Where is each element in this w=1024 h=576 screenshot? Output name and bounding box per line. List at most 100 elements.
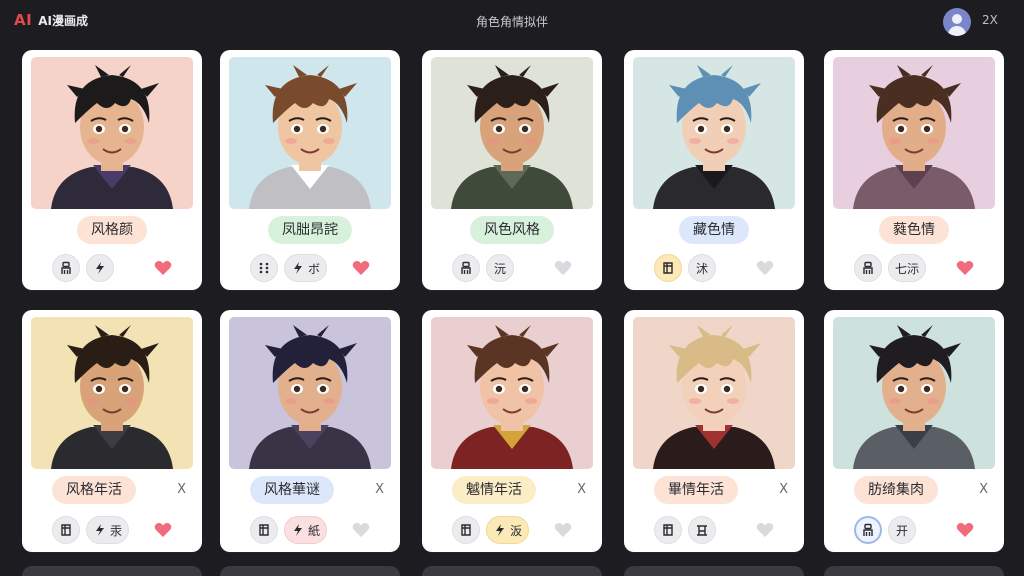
heart-icon[interactable]: [756, 522, 774, 538]
character-card[interactable]: 藏色情沭: [624, 50, 804, 290]
action-label: 七沶: [895, 261, 920, 276]
character-card[interactable]: 魆情年活 X 汳: [422, 310, 602, 552]
close-icon[interactable]: X: [375, 482, 384, 497]
bolt-icon: [496, 524, 504, 536]
heart-icon[interactable]: [352, 522, 370, 538]
character-portrait-image: [833, 57, 995, 209]
heart-icon[interactable]: [154, 522, 172, 538]
bolt-icon: [96, 262, 104, 274]
bolt-icon: [294, 524, 302, 536]
doc2-icon: [697, 525, 707, 536]
character-portrait-image: [229, 57, 391, 209]
character-name-tag: 凤朏昂詫: [268, 216, 352, 244]
character-name-tag: 风格華谜: [250, 476, 334, 504]
character-portrait[interactable]: [229, 317, 391, 469]
card-action-button[interactable]: ボ: [284, 254, 328, 282]
card-actions: [52, 254, 114, 282]
doc-icon: [259, 524, 269, 536]
close-icon[interactable]: X: [577, 482, 586, 497]
card-action-button[interactable]: 沅: [486, 254, 514, 282]
character-card[interactable]: 风格華谜 X 紙: [220, 310, 400, 552]
doc-icon: [61, 524, 71, 536]
character-card[interactable]: 风格年活 X 汞: [22, 310, 202, 552]
heart-icon[interactable]: [154, 260, 172, 276]
character-portrait[interactable]: [31, 317, 193, 469]
character-portrait-image: [633, 57, 795, 209]
character-card[interactable]: 风格颜: [22, 50, 202, 290]
character-card[interactable]: 肪绮集肉 X 开: [824, 310, 1004, 552]
heart-icon[interactable]: [756, 260, 774, 276]
character-portrait[interactable]: [633, 57, 795, 209]
heart-icon[interactable]: [956, 260, 974, 276]
card-actions: 汞: [52, 516, 130, 544]
character-portrait[interactable]: [833, 57, 995, 209]
card-action-button[interactable]: [250, 254, 278, 282]
character-portrait-image: [229, 317, 391, 469]
card-action-button[interactable]: [688, 516, 716, 544]
card-action-button[interactable]: [52, 516, 80, 544]
card-action-button[interactable]: [854, 254, 882, 282]
card-action-button[interactable]: 汳: [486, 516, 530, 544]
character-name-tag: 畢情年活: [654, 476, 738, 504]
character-card[interactable]: 畢情年活 X: [624, 310, 804, 552]
card-actions: 开: [854, 516, 916, 544]
action-label: 汞: [110, 523, 123, 538]
character-card[interactable]: 凤朏昂詫ボ: [220, 50, 400, 290]
card-action-button[interactable]: [250, 516, 278, 544]
character-portrait-image: [31, 317, 193, 469]
character-card[interactable]: 蕤色情七沶: [824, 50, 1004, 290]
character-portrait[interactable]: [431, 57, 593, 209]
character-card[interactable]: 风色风格沅: [422, 50, 602, 290]
card-action-button[interactable]: [452, 516, 480, 544]
character-portrait[interactable]: [31, 57, 193, 209]
card-actions: 紙: [250, 516, 328, 544]
card-action-button[interactable]: [452, 254, 480, 282]
card-action-button[interactable]: [654, 254, 682, 282]
character-portrait-image: [431, 317, 593, 469]
card-peek: [22, 566, 202, 576]
card-actions: 沭: [654, 254, 716, 282]
heart-icon[interactable]: [956, 522, 974, 538]
doc-icon: [663, 262, 673, 274]
card-actions: [654, 516, 716, 544]
character-name-tag: 蕤色情: [879, 216, 949, 244]
card-peek: [624, 566, 804, 576]
card-peek: [220, 566, 400, 576]
card-action-button[interactable]: 开: [888, 516, 916, 544]
action-label: 开: [895, 523, 908, 538]
close-icon[interactable]: X: [779, 482, 788, 497]
card-actions: ボ: [250, 254, 328, 282]
card-action-button[interactable]: [52, 254, 80, 282]
character-name-tag: 风格年活: [52, 476, 136, 504]
bolt-icon: [294, 262, 302, 274]
card-action-button[interactable]: [854, 516, 882, 544]
character-portrait[interactable]: [431, 317, 593, 469]
character-portrait[interactable]: [633, 317, 795, 469]
character-name-tag: 肪绮集肉: [854, 476, 938, 504]
card-action-button[interactable]: 沭: [688, 254, 716, 282]
bolt-icon: [96, 524, 104, 536]
figure-icon: [863, 523, 873, 536]
figure-icon: [461, 261, 471, 274]
card-peek: [422, 566, 602, 576]
card-action-button[interactable]: 七沶: [888, 254, 927, 282]
character-portrait-image: [431, 57, 593, 209]
doc-icon: [461, 524, 471, 536]
close-icon[interactable]: X: [979, 482, 988, 497]
character-portrait[interactable]: [229, 57, 391, 209]
heart-icon[interactable]: [352, 260, 370, 276]
close-icon[interactable]: X: [177, 482, 186, 497]
card-action-button[interactable]: [86, 254, 114, 282]
action-label: 沅: [493, 261, 506, 276]
action-label: 汳: [510, 523, 523, 538]
heart-icon[interactable]: [554, 522, 572, 538]
card-action-button[interactable]: 紙: [284, 516, 328, 544]
character-name-tag: 风格颜: [77, 216, 147, 244]
character-portrait[interactable]: [833, 317, 995, 469]
heart-icon[interactable]: [554, 260, 572, 276]
action-label: ボ: [308, 261, 321, 276]
card-action-button[interactable]: 汞: [86, 516, 130, 544]
character-name-tag: 魆情年活: [452, 476, 536, 504]
card-actions: 汳: [452, 516, 530, 544]
card-action-button[interactable]: [654, 516, 682, 544]
